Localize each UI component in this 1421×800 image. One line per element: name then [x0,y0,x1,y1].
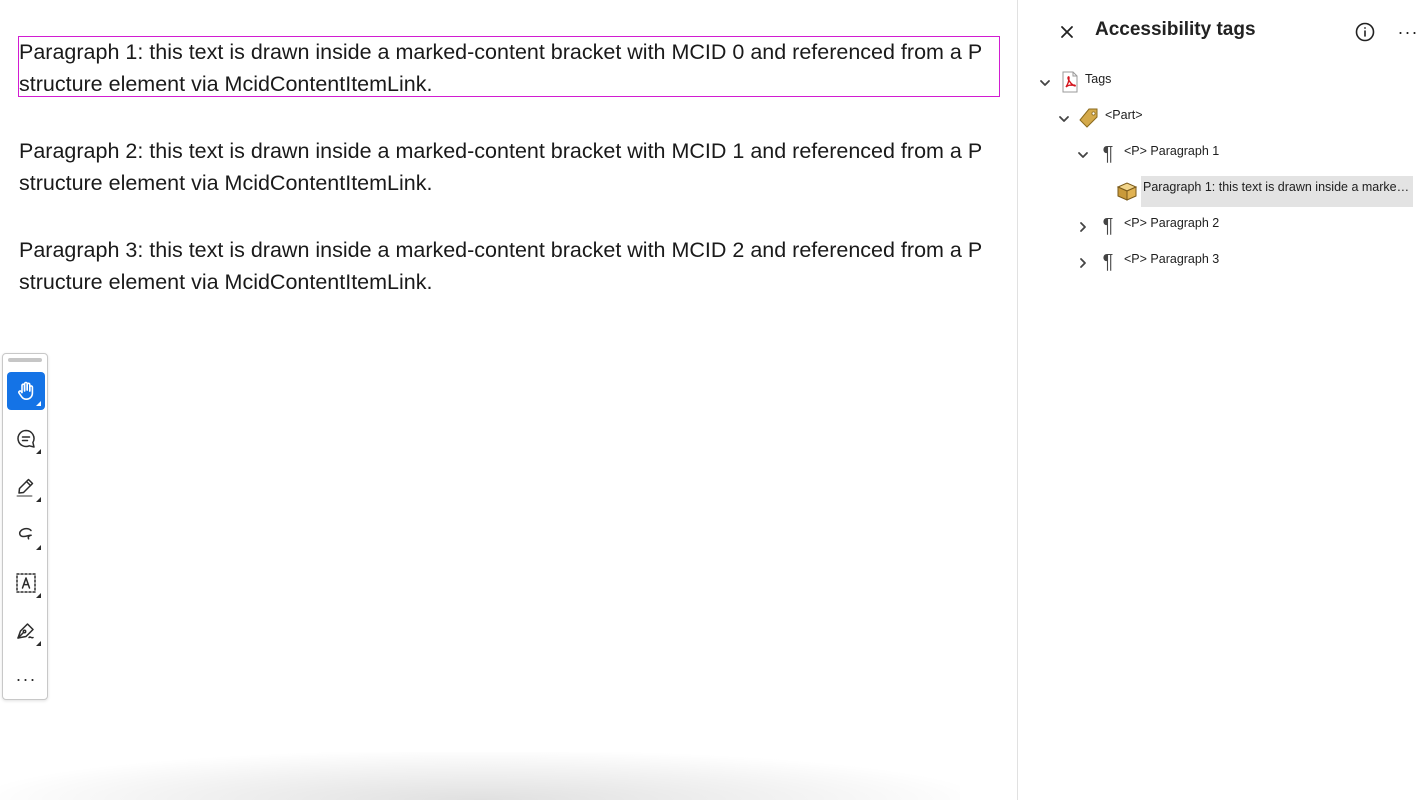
submenu-indicator [36,641,41,646]
submenu-indicator [36,497,41,502]
highlight-tool-button[interactable] [7,468,45,506]
paragraph-mark-icon: ¶ [1102,214,1114,237]
text-select-icon [16,573,36,593]
close-icon [1061,26,1073,38]
accessibility-tags-panel: Accessibility tags ··· Tags <Part> ¶ <P>… [1018,0,1421,800]
tree-item-paragraph-2[interactable]: ¶ <P> Paragraph 2 [1018,210,1421,238]
tree-item-label: <P> Paragraph 2 [1124,216,1220,230]
submenu-indicator [36,593,41,598]
comment-tool-button[interactable] [7,420,45,458]
tree-item-tags[interactable]: Tags [1018,66,1421,94]
hand-icon [18,381,34,400]
info-button[interactable] [1353,20,1377,44]
panel-title: Accessibility tags [1095,19,1256,40]
more-icon: ··· [1397,21,1419,42]
tree-item-label: Paragraph 1: this text is drawn inside a… [1143,180,1411,194]
tree-item-label: <Part> [1105,108,1143,122]
paragraph-2: Paragraph 2: this text is drawn inside a… [19,139,982,195]
chevron-right-icon[interactable] [1075,255,1091,271]
tree-item-label: <P> Paragraph 1 [1124,144,1220,158]
tag-highlight-box [18,36,1000,97]
chevron-down-icon[interactable] [1056,111,1072,127]
quick-tools-toolbar: ··· [2,353,48,700]
draw-tool-button[interactable] [7,516,45,554]
chevron-down-icon[interactable] [1075,147,1091,163]
submenu-indicator [36,545,41,550]
submenu-indicator [36,449,41,454]
more-tools-button[interactable]: ··· [7,660,45,698]
text-tool-button[interactable] [7,564,45,602]
info-icon [1355,22,1375,42]
freehand-icon [18,527,32,540]
document-view[interactable]: Paragraph 1: this text is drawn inside a… [0,0,1017,800]
highlighter-icon [16,478,34,497]
marked-content-box-icon [1116,180,1138,202]
hand-tool-button[interactable] [7,372,45,410]
close-panel-button[interactable] [1055,20,1079,44]
chevron-right-icon[interactable] [1075,219,1091,235]
sign-pen-icon [17,623,34,639]
tag-icon [1078,107,1100,129]
comment-icon [17,429,35,448]
tree-item-label: <P> Paragraph 3 [1124,252,1220,266]
chevron-down-icon[interactable] [1037,75,1053,91]
toolbar-drag-handle[interactable] [8,358,42,362]
tree-item-label: Tags [1085,72,1112,86]
tree-item-part[interactable]: <Part> [1018,102,1421,130]
paragraph-mark-icon: ¶ [1102,250,1114,273]
pdf-file-icon [1059,71,1081,93]
more-icon: ··· [15,668,37,689]
page-shadow [0,752,960,800]
paragraph-mark-icon: ¶ [1102,142,1114,165]
tree-item-paragraph-3[interactable]: ¶ <P> Paragraph 3 [1018,246,1421,274]
submenu-indicator [36,401,41,406]
tree-item-paragraph-1[interactable]: ¶ <P> Paragraph 1 [1018,138,1421,166]
panel-more-button[interactable]: ··· [1395,20,1421,44]
sign-tool-button[interactable] [7,612,45,650]
paragraph-3: Paragraph 3: this text is drawn inside a… [19,238,982,294]
tree-item-mcid-content[interactable]: Paragraph 1: this text is drawn inside a… [1018,176,1421,204]
